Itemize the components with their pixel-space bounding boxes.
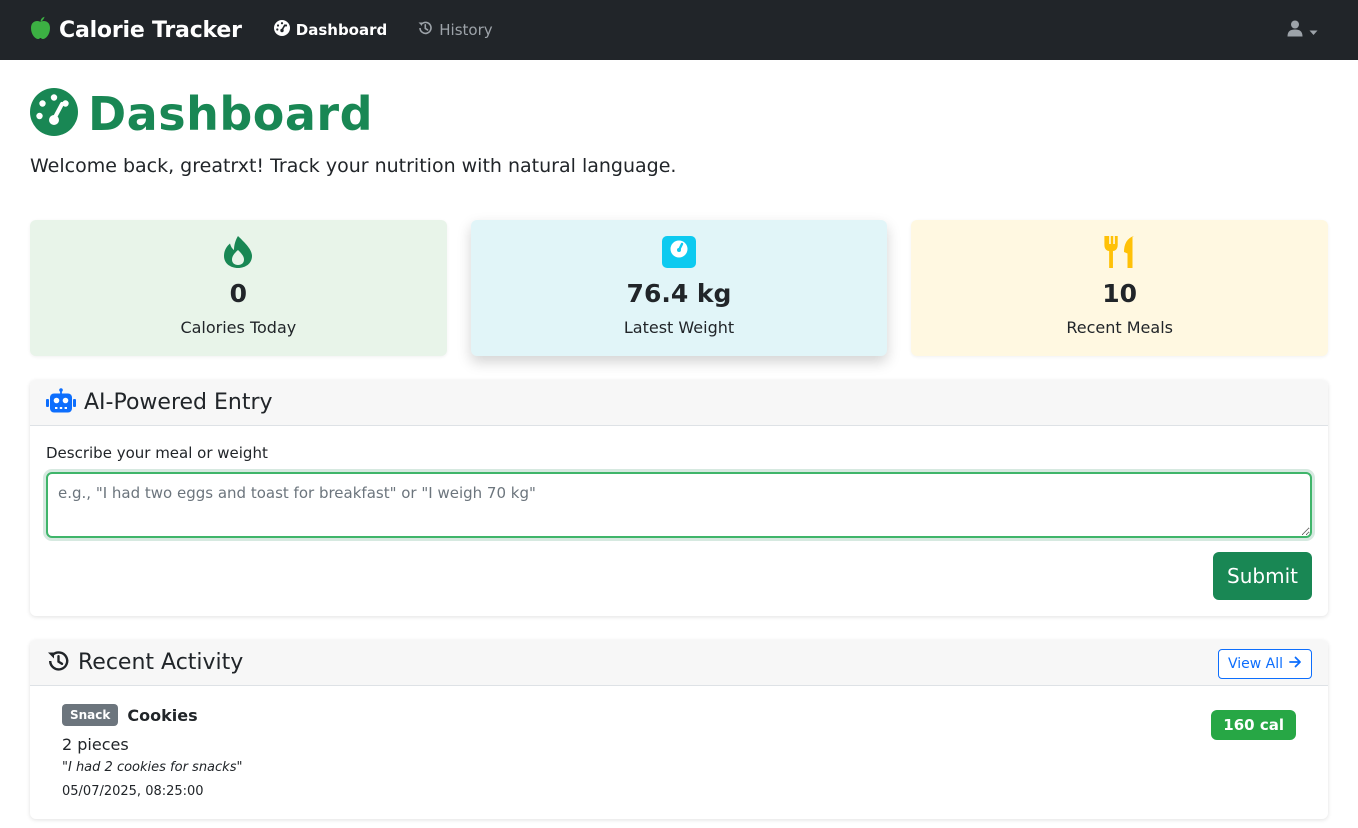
meal-quote: "I had 2 cookies for snacks" — [62, 760, 243, 775]
stat-value-meals: 10 — [1102, 279, 1138, 308]
meal-type-badge: Snack — [62, 704, 119, 726]
ai-entry-title: AI-Powered Entry — [84, 390, 273, 415]
stats-row: 0 Calories Today 76.4 kg Latest Weight 1… — [30, 220, 1329, 356]
page-heading: Dashboard — [88, 87, 374, 141]
main-content: Dashboard Welcome back, greatrxt! Track … — [0, 87, 1358, 819]
gauge-icon — [273, 20, 290, 40]
stat-label-meals: Recent Meals — [1066, 318, 1173, 337]
recent-activity-title: Recent Activity — [78, 650, 244, 675]
stat-card-weight: 76.4 kg Latest Weight — [470, 220, 888, 356]
stat-label-weight: Latest Weight — [623, 318, 735, 337]
fire-icon — [223, 235, 253, 269]
nav-dashboard-label: Dashboard — [295, 21, 388, 39]
nav-history-label: History — [439, 21, 493, 39]
activity-item[interactable]: Snack Cookies 2 pieces "I had 2 cookies … — [30, 686, 1328, 819]
nav-history[interactable]: History — [417, 20, 493, 40]
recent-activity-header: Recent Activity View All — [30, 640, 1328, 686]
page-title: Dashboard — [30, 87, 1328, 141]
gauge-icon — [30, 88, 78, 140]
brand[interactable]: Calorie Tracker — [30, 16, 242, 44]
navbar: Calorie Tracker Dashboard History — [0, 0, 1358, 60]
stat-value-calories: 0 — [229, 279, 248, 308]
utensils-icon — [1104, 235, 1136, 269]
view-all-label: View All — [1227, 656, 1283, 672]
user-icon — [1287, 20, 1303, 41]
submit-row: Submit — [46, 552, 1312, 600]
submit-button[interactable]: Submit — [1213, 552, 1312, 600]
user-menu[interactable] — [1287, 20, 1318, 41]
stat-label-calories: Calories Today — [180, 318, 297, 337]
apple-icon — [30, 16, 51, 44]
welcome-text: Welcome back, greatrxt! Track your nutri… — [30, 155, 677, 177]
meal-timestamp: 05/07/2025, 08:25:00 — [62, 784, 204, 799]
ai-entry-card: AI-Powered Entry Describe your meal or w… — [30, 380, 1328, 616]
weight-scale-icon — [662, 235, 696, 269]
view-all-button[interactable]: View All — [1217, 649, 1312, 679]
meal-entry-input[interactable] — [46, 472, 1312, 538]
activity-item-top: Snack Cookies — [62, 704, 1312, 726]
arrow-right-icon — [1289, 656, 1302, 672]
meal-quantity: 2 pieces — [62, 735, 129, 754]
calorie-badge: 160 cal — [1211, 710, 1296, 740]
entry-field-label: Describe your meal or weight — [46, 444, 268, 462]
ai-entry-header: AI-Powered Entry — [30, 380, 1328, 426]
stat-card-calories: 0 Calories Today — [30, 220, 447, 356]
stat-card-meals: 10 Recent Meals — [911, 220, 1329, 356]
brand-name: Calorie Tracker — [59, 17, 242, 43]
ai-entry-body: Describe your meal or weight Submit — [30, 426, 1328, 616]
caret-down-icon — [1309, 21, 1318, 40]
robot-icon — [46, 387, 76, 418]
history-icon — [417, 20, 433, 40]
recent-activity-card: Recent Activity View All Snack Cookies 2… — [30, 640, 1328, 819]
meal-name: Cookies — [127, 705, 198, 725]
history-icon — [46, 649, 70, 677]
nav-dashboard[interactable]: Dashboard — [273, 20, 388, 40]
stat-value-weight: 76.4 kg — [626, 279, 732, 308]
